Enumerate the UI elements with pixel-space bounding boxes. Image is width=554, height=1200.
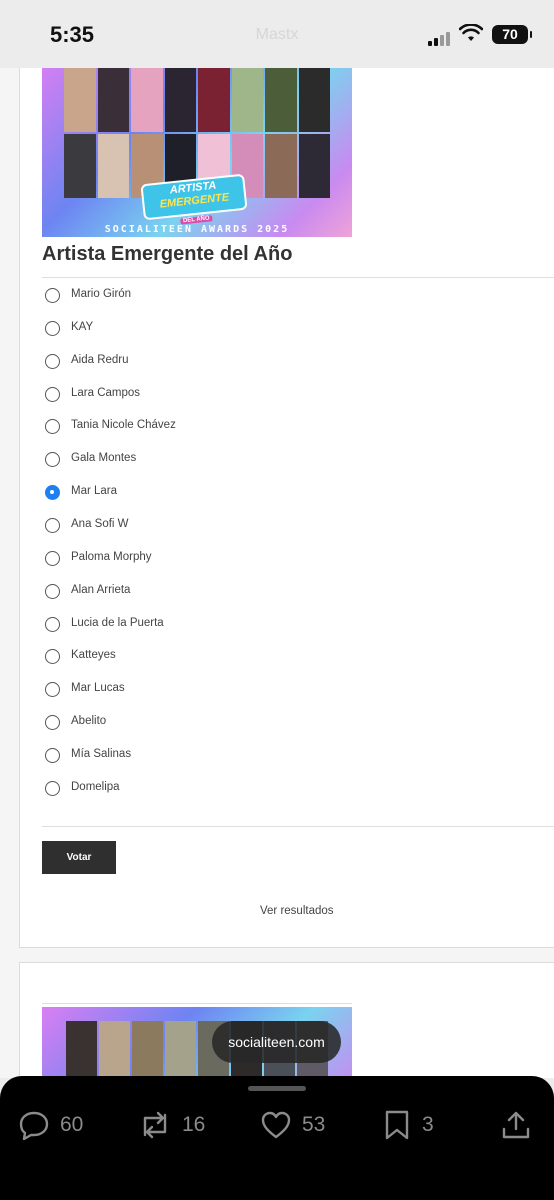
poll-option-label: Paloma Morphy: [71, 550, 152, 563]
divider: [42, 826, 554, 827]
radio-button[interactable]: [45, 649, 60, 665]
repost-button[interactable]: 16: [138, 1108, 205, 1142]
poll-option-label: Ana Sofi W: [71, 517, 129, 530]
share-icon: [502, 1111, 530, 1139]
bookmark-count: 3: [422, 1113, 434, 1136]
reply-icon: [19, 1111, 49, 1140]
poll-option-label: Katteyes: [71, 649, 116, 662]
poll-option-label: Aida Redru: [71, 353, 129, 366]
reply-button[interactable]: 60: [18, 1108, 83, 1142]
reply-count: 60: [60, 1113, 84, 1136]
poll-option-label: Mía Salinas: [71, 747, 132, 760]
radio-button[interactable]: [45, 616, 60, 632]
radio-button[interactable]: [45, 452, 60, 468]
radio-button[interactable]: [45, 288, 60, 303]
tweet-action-bar: 60 16 53 3: [0, 1076, 554, 1200]
web-page[interactable]: ARTISTA EMERGENTE DEL AÑO SOCIALITEEN AW…: [0, 68, 554, 1078]
banner-footer-text: SOCIALITEEN AWARDS 2025: [104, 224, 290, 235]
repost-count: 16: [182, 1113, 206, 1136]
poll-card: ARTISTA EMERGENTE DEL AÑO SOCIALITEEN AW…: [19, 68, 554, 948]
like-button[interactable]: 53: [260, 1108, 325, 1142]
radio-button[interactable]: [45, 780, 60, 796]
radio-button[interactable]: [45, 353, 60, 369]
poll-option[interactable]: Lucia de la Puerta: [45, 614, 345, 636]
poll-option-label: Alan Arrieta: [71, 583, 131, 596]
poll-option-label: Mar Lucas: [71, 682, 125, 695]
view-results-link[interactable]: Ver resultados: [260, 905, 334, 917]
wifi-icon: [459, 24, 483, 41]
like-count: 53: [302, 1113, 326, 1136]
poll-option[interactable]: Gala Montes: [45, 449, 345, 471]
radio-button[interactable]: [45, 320, 60, 336]
poll-option[interactable]: KAY: [45, 318, 345, 340]
poll-option[interactable]: Mar Lara: [45, 482, 345, 504]
radio-button[interactable]: [45, 517, 60, 533]
sheet-handle[interactable]: [248, 1086, 306, 1091]
poll-option[interactable]: Paloma Morphy: [45, 548, 345, 570]
poll-option[interactable]: Mario Girón: [45, 285, 345, 307]
poll-option[interactable]: Mía Salinas: [45, 745, 345, 767]
radio-button[interactable]: [45, 715, 60, 731]
poll-option[interactable]: Abelito: [45, 712, 345, 734]
poll-option[interactable]: Lara Campos: [45, 384, 345, 406]
battery-icon: 70: [492, 25, 532, 44]
divider: [42, 277, 554, 278]
domain-label[interactable]: socialiteen.com: [212, 1021, 341, 1063]
radio-button[interactable]: [45, 419, 60, 435]
poll-option[interactable]: Ana Sofi W: [45, 515, 345, 537]
repost-icon: [143, 1111, 167, 1139]
poll-option[interactable]: Alan Arrieta: [45, 581, 345, 603]
poll-option[interactable]: Aida Redru: [45, 351, 345, 373]
poll-option[interactable]: Tania Nicole Chávez: [45, 416, 345, 438]
poll-banner-image: ARTISTA EMERGENTE DEL AÑO SOCIALITEEN AW…: [42, 68, 352, 237]
poll-option[interactable]: Domelipa: [45, 778, 345, 800]
poll-option-label: Abelito: [71, 715, 107, 728]
cellular-signal-icon: [428, 28, 452, 46]
radio-button[interactable]: [45, 747, 60, 763]
poll-option-label: Mar Lara: [71, 485, 118, 498]
status-bar: 5:35 Mastx 70: [0, 0, 554, 68]
divider: [42, 1003, 352, 1004]
poll-option-label: Tania Nicole Chávez: [71, 419, 176, 432]
poll-option-label: Gala Montes: [71, 452, 137, 465]
poll-option-label: Lara Campos: [71, 386, 141, 399]
vote-button[interactable]: Votar: [42, 841, 116, 874]
bookmark-icon: [385, 1110, 409, 1140]
poll-option-label: Domelipa: [71, 780, 120, 793]
radio-button[interactable]: [45, 682, 60, 698]
heart-icon: [261, 1111, 291, 1139]
poll-title: Artista Emergente del Año: [42, 243, 293, 265]
poll-option[interactable]: Katteyes: [45, 646, 345, 668]
bookmark-button[interactable]: 3: [382, 1108, 434, 1142]
poll-option-label: KAY: [71, 320, 94, 333]
radio-button[interactable]: [45, 386, 60, 402]
radio-button[interactable]: [45, 583, 60, 599]
poll-option-label: Lucia de la Puerta: [71, 616, 164, 629]
poll-option[interactable]: Mar Lucas: [45, 679, 345, 701]
radio-button[interactable]: [45, 485, 60, 501]
radio-button[interactable]: [45, 550, 60, 566]
poll-option-label: Mario Girón: [71, 288, 132, 300]
share-button[interactable]: [500, 1108, 542, 1142]
